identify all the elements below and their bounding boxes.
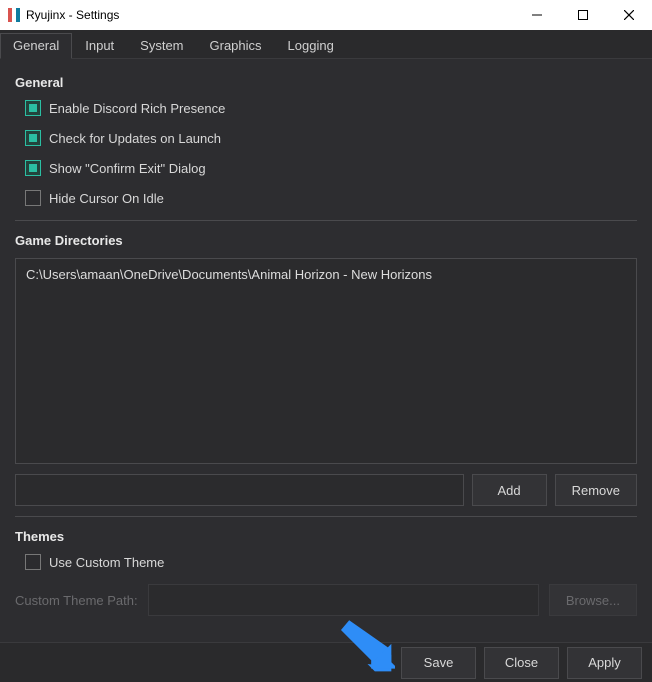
tab-general[interactable]: General [0,33,72,59]
option-label: Hide Cursor On Idle [49,191,164,206]
section-game-dirs-heading: Game Directories [15,233,637,248]
theme-path-input [148,584,539,616]
game-directories-list[interactable]: C:\Users\amaan\OneDrive\Documents\Animal… [15,258,637,464]
app-icon [8,8,20,22]
list-item[interactable]: C:\Users\amaan\OneDrive\Documents\Animal… [26,267,626,282]
theme-path-label: Custom Theme Path: [15,593,138,608]
titlebar: Ryujinx - Settings [0,0,652,30]
settings-content: General Enable Discord Rich Presence Che… [0,59,652,642]
tab-system[interactable]: System [127,33,196,58]
minimize-icon [532,10,542,20]
option-hide-cursor[interactable]: Hide Cursor On Idle [25,190,637,206]
apply-button[interactable]: Apply [567,647,642,679]
add-button[interactable]: Add [472,474,547,506]
footer-buttons: Save Close Apply [0,642,652,682]
tab-input[interactable]: Input [72,33,127,58]
close-icon [624,10,634,20]
option-use-custom-theme[interactable]: Use Custom Theme [25,554,637,570]
tab-graphics[interactable]: Graphics [197,33,275,58]
maximize-button[interactable] [560,0,606,30]
section-general-heading: General [15,75,637,90]
option-discord-presence[interactable]: Enable Discord Rich Presence [25,100,637,116]
option-label: Use Custom Theme [49,555,164,570]
divider [15,516,637,517]
divider [15,220,637,221]
checkbox-icon [25,100,41,116]
option-label: Check for Updates on Launch [49,131,221,146]
window-title: Ryujinx - Settings [26,8,119,22]
checkbox-icon [25,160,41,176]
remove-button[interactable]: Remove [555,474,637,506]
save-button[interactable]: Save [401,647,476,679]
option-label: Enable Discord Rich Presence [49,101,225,116]
option-confirm-exit[interactable]: Show "Confirm Exit" Dialog [25,160,637,176]
checkbox-icon [25,554,41,570]
option-label: Show "Confirm Exit" Dialog [49,161,206,176]
option-check-updates[interactable]: Check for Updates on Launch [25,130,637,146]
checkbox-icon [25,130,41,146]
close-button[interactable]: Close [484,647,559,679]
maximize-icon [578,10,588,20]
browse-button: Browse... [549,584,637,616]
settings-tabs: General Input System Graphics Logging [0,30,652,59]
game-dir-input[interactable] [15,474,464,506]
checkbox-icon [25,190,41,206]
section-themes-heading: Themes [15,529,637,544]
close-window-button[interactable] [606,0,652,30]
tab-logging[interactable]: Logging [275,33,347,58]
minimize-button[interactable] [514,0,560,30]
